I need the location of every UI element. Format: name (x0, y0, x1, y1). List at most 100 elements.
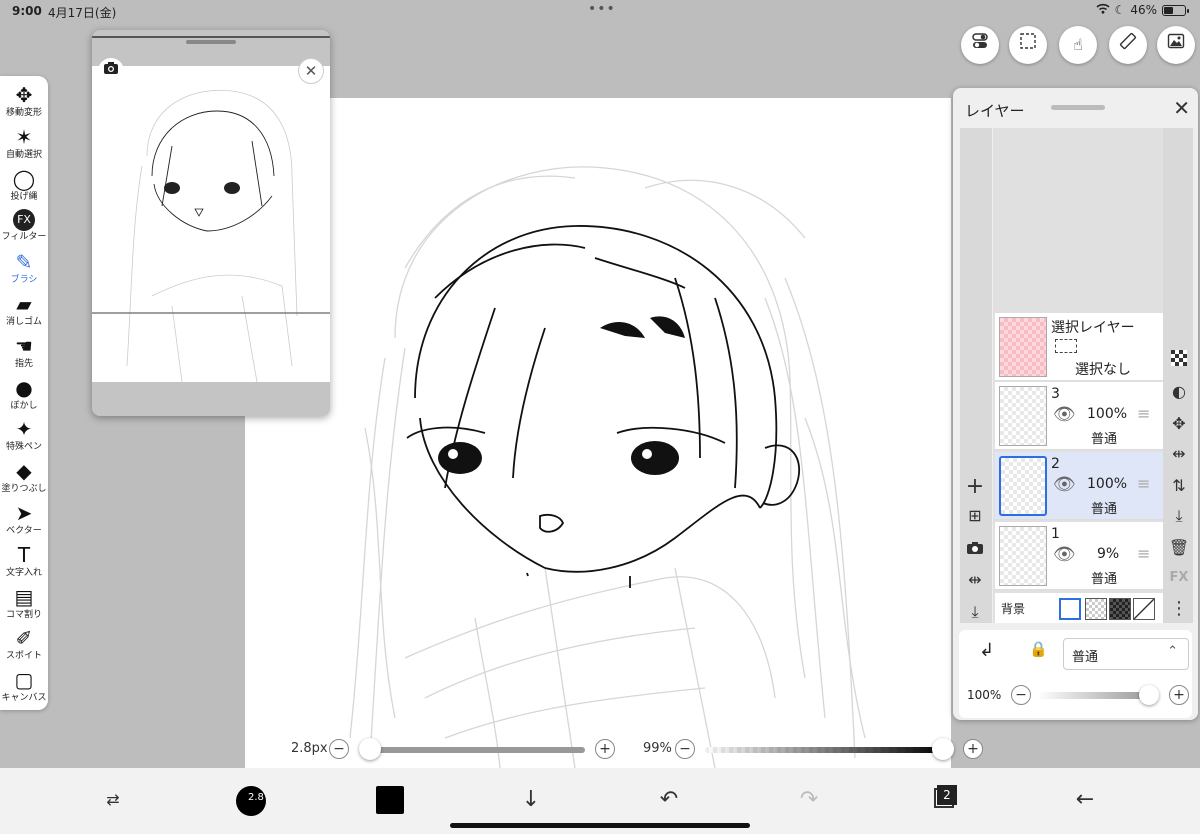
brush-opacity-slider[interactable] (705, 747, 945, 753)
fx-icon[interactable]: FX (1167, 570, 1191, 585)
merge-down-icon[interactable]: ⤓ (963, 602, 987, 622)
selection-icon[interactable] (1009, 26, 1047, 64)
brush-size-label: 2.8px (291, 741, 328, 756)
tool-blur[interactable]: ● ぼかし (0, 375, 48, 417)
color-button[interactable] (376, 780, 406, 820)
brush-size-thumb[interactable] (359, 738, 381, 760)
drag-handle-icon[interactable]: ≡ (1137, 404, 1150, 423)
tool-fill[interactable]: ◆ 塗りつぶし (0, 458, 48, 500)
move-layer-icon[interactable]: ✥ (1167, 414, 1191, 433)
tool-vector[interactable]: ➤ ベクター (0, 500, 48, 542)
multitasking-dots-icon[interactable]: ••• (588, 1, 616, 17)
brush-opacity-plus-button[interactable]: + (963, 739, 983, 759)
layer-row-1[interactable]: 1 👁 9% 普通 ≡ (995, 522, 1163, 590)
tool-move[interactable]: ✥ 移動変形 (0, 82, 48, 124)
trash-icon[interactable]: 🗑 (1167, 538, 1191, 557)
drag-handle-icon[interactable]: ≡ (1137, 544, 1150, 563)
layers-button[interactable]: 2 (932, 780, 962, 820)
wifi-icon (1096, 3, 1110, 17)
brush-size-minus-button[interactable]: − (329, 739, 349, 759)
undo-icon[interactable]: ↶ (654, 780, 684, 820)
fill-icon: ◆ (16, 459, 32, 484)
clipping-icon[interactable]: ↲ (979, 640, 994, 661)
background-none-swatch[interactable] (1133, 598, 1155, 620)
brush-opacity-thumb[interactable] (931, 738, 954, 760)
tool-eyedropper[interactable]: ✐ スポイト (0, 625, 48, 667)
tool-label: スポイト (5, 651, 42, 662)
brush-size-plus-button[interactable]: + (595, 739, 615, 759)
visibility-eye-icon[interactable]: 👁 (1053, 474, 1076, 495)
selection-layer-row[interactable]: 選択レイヤー 選択なし (995, 313, 1163, 381)
brush-size-slider[interactable] (363, 747, 585, 753)
visibility-eye-icon[interactable]: 👁 (1053, 404, 1076, 425)
tool-eraser[interactable]: ▰ 消しゴム (0, 291, 48, 333)
back-arrow-icon[interactable]: ← (1070, 780, 1100, 820)
ruler-icon[interactable] (1109, 26, 1147, 64)
brush-opacity-minus-button[interactable]: − (675, 739, 695, 759)
background-dark-swatch[interactable] (1109, 598, 1131, 620)
flip-vertical-icon[interactable]: ⇅ (1167, 476, 1191, 495)
navigator-close-icon[interactable]: ✕ (298, 58, 324, 84)
tool-frame-divider[interactable]: ▤ コマ割り (0, 584, 48, 626)
background-label: 背景 (1001, 602, 1026, 616)
tool-label: ぼかし (10, 400, 38, 411)
layer-opacity-minus-button[interactable]: − (1011, 685, 1031, 705)
download-arrow-icon[interactable]: ↓ (516, 780, 546, 820)
layer-number: 3 (1051, 386, 1060, 402)
layer-blend-mode: 普通 (1091, 502, 1118, 517)
flip-horizontal-icon[interactable]: ⇹ (963, 570, 987, 589)
layer-row-3[interactable]: 3 👁 100% 普通 ≡ (995, 382, 1163, 450)
selection-layer-thumbnail (999, 317, 1047, 377)
tool-label: 自動選択 (5, 149, 42, 160)
layer-thumbnail (999, 526, 1047, 586)
navigator-drag-handle[interactable] (186, 40, 236, 44)
drawing-canvas[interactable] (245, 98, 951, 768)
layer-opacity-slider[interactable] (1037, 685, 1159, 705)
swap-tool-icon[interactable]: ⇄ (98, 780, 128, 820)
brush-size-button[interactable]: 2.8 (236, 780, 268, 820)
layer-panel-grab-handle[interactable] (1051, 105, 1105, 110)
gallery-icon[interactable] (1157, 26, 1195, 64)
add-layer-icon[interactable]: + (963, 474, 987, 499)
layer-opacity-plus-button[interactable]: + (1169, 685, 1189, 705)
tool-magic-wand[interactable]: ✶ 自動選択 (0, 124, 48, 166)
background-transparent-swatch[interactable] (1085, 598, 1107, 620)
layer-opacity-thumb[interactable] (1139, 685, 1159, 705)
blend-mode-value: 普通 (1072, 650, 1099, 665)
tool-canvas[interactable]: ▢ キャンバス (0, 667, 48, 709)
layer-row-2[interactable]: 2 👁 100% 普通 ≡ (995, 452, 1163, 520)
layer-camera-icon[interactable] (963, 540, 987, 559)
camera-icon[interactable] (98, 58, 124, 84)
flip-layer-icon[interactable]: ⇹ (1167, 444, 1191, 463)
navigator-preview[interactable] (92, 66, 330, 383)
tool-fx[interactable]: FX フィルター (0, 207, 48, 249)
drag-handle-icon[interactable]: ≡ (1137, 474, 1150, 493)
tool-finger[interactable]: ☚ 指先 (0, 333, 48, 375)
blend-mode-select[interactable]: 普通 ⌃ (1063, 638, 1189, 670)
tool-brush[interactable]: ✎ ブラシ (0, 249, 48, 291)
fx-icon: FX (13, 209, 35, 232)
status-time: 9:00 (12, 4, 42, 18)
layer-panel-close-icon[interactable]: ✕ (1173, 96, 1190, 120)
tool-lasso[interactable]: ◯ 投げ縄 (0, 166, 48, 208)
gesture-hand-icon[interactable]: ☝ (1059, 26, 1097, 64)
chevron-up-icon: ⌃ (1167, 644, 1178, 659)
text-icon: T (17, 542, 31, 567)
background-white-swatch[interactable] (1059, 598, 1081, 620)
download-layer-icon[interactable]: ⤓ (1167, 506, 1191, 526)
add-special-layer-icon[interactable]: ⊞ (963, 506, 987, 525)
checker-icon[interactable] (1167, 350, 1191, 370)
visibility-eye-icon[interactable]: 👁 (1053, 544, 1076, 565)
tool-label: 消しゴム (5, 317, 42, 327)
redo-icon[interactable]: ↷ (794, 780, 824, 820)
contrast-icon[interactable]: ◐ (1167, 382, 1191, 401)
brush-opacity-label: 99% (643, 741, 672, 756)
tool-label: コマ割り (5, 609, 42, 620)
alpha-lock-icon[interactable]: 🔒 (1029, 640, 1048, 658)
selection-marquee-icon (1055, 339, 1077, 353)
navigator-top-line (92, 36, 330, 38)
tool-text[interactable]: T 文字入れ (0, 542, 48, 584)
more-options-icon[interactable]: ⋮ (1167, 598, 1191, 619)
tool-special-pen[interactable]: ✦ 特殊ペン (0, 416, 48, 458)
toggle-icon[interactable] (961, 26, 999, 64)
